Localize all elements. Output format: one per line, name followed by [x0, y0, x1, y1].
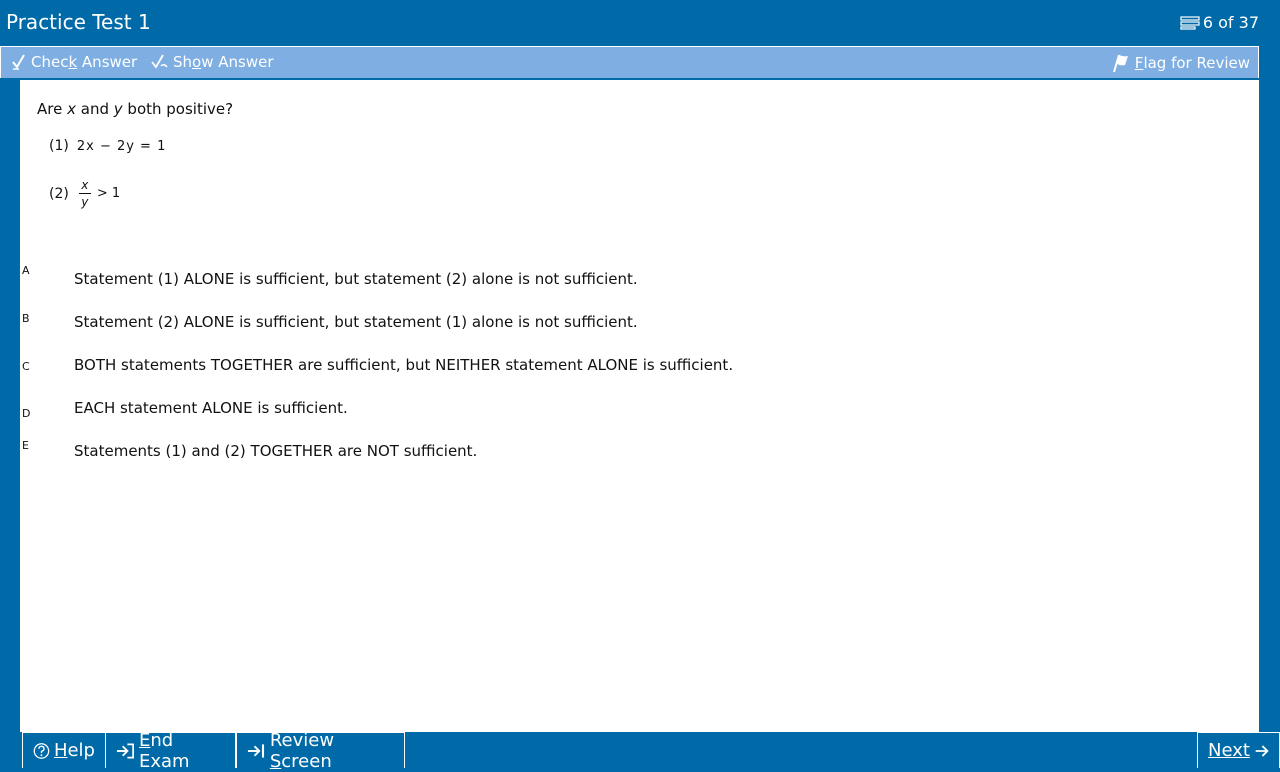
end-exam-button[interactable]: End Exam: [105, 730, 236, 772]
review-screen-label: Review Screen: [269, 729, 335, 772]
statement-2-fraction: x y: [78, 178, 91, 209]
option-letter: A: [22, 264, 30, 277]
option-letter: C: [22, 360, 30, 373]
help-icon: [33, 742, 50, 759]
help-button[interactable]: Help: [22, 732, 106, 768]
list-icon: [1180, 15, 1200, 30]
title-bar: Practice Test 1 6 of 37: [0, 0, 1280, 45]
check-answer-icon: [12, 54, 25, 70]
help-label: Help: [53, 740, 95, 761]
statement-1-math: 2x − 2y = 1: [76, 138, 167, 154]
show-answer-label: Show Answer: [173, 53, 274, 71]
option-text: Statement (2) ALONE is sufficient, but s…: [74, 313, 638, 331]
option-text: Statement (1) ALONE is sufficient, but s…: [74, 270, 638, 288]
option-letter: B: [22, 312, 30, 325]
end-exam-icon: [116, 742, 134, 759]
check-answer-label: Check Answer: [31, 53, 138, 71]
flag-icon: [1112, 54, 1128, 73]
statement-2-rest: > 1: [96, 186, 121, 201]
statement-2: (2) x y > 1: [49, 178, 120, 209]
option-letter: E: [22, 439, 29, 452]
show-answer-button[interactable]: Show Answer: [151, 53, 274, 71]
next-button[interactable]: Next: [1197, 732, 1280, 768]
review-screen-icon: [247, 743, 265, 758]
toolbar: Check Answer Show Answer Flag for Review: [0, 46, 1259, 78]
question-panel: Are x and y both positive? (1) 2x − 2y =…: [20, 80, 1259, 732]
review-screen-button[interactable]: Review Screen: [236, 730, 405, 772]
question-stem: Are x and y both positive?: [37, 100, 234, 118]
question-counter: 6 of 37: [1180, 13, 1259, 32]
check-answer-button[interactable]: Check Answer: [11, 53, 137, 71]
statement-1: (1) 2x − 2y = 1: [49, 138, 166, 154]
option-text: Statements (1) and (2) TOGETHER are NOT …: [74, 442, 478, 460]
statement-1-label: (1): [49, 138, 69, 154]
end-exam-label: End Exam: [139, 729, 190, 772]
option-letter: D: [22, 407, 31, 420]
bottom-bar: Help End Exam Review Screen Next: [20, 730, 1280, 772]
question-counter-text: 6 of 37: [1202, 13, 1259, 32]
statement-2-label: (2): [49, 185, 69, 202]
show-answer-icon: [151, 54, 168, 69]
flag-for-review-label: Flag for Review: [1134, 54, 1250, 72]
next-arrow-icon: [1255, 744, 1269, 757]
page-title: Practice Test 1: [6, 10, 151, 34]
option-text: BOTH statements TOGETHER are sufficient,…: [74, 356, 734, 374]
next-label: Next: [1208, 740, 1250, 761]
option-text: EACH statement ALONE is sufficient.: [74, 399, 348, 417]
flag-for-review-button[interactable]: Flag for Review: [1111, 53, 1250, 73]
